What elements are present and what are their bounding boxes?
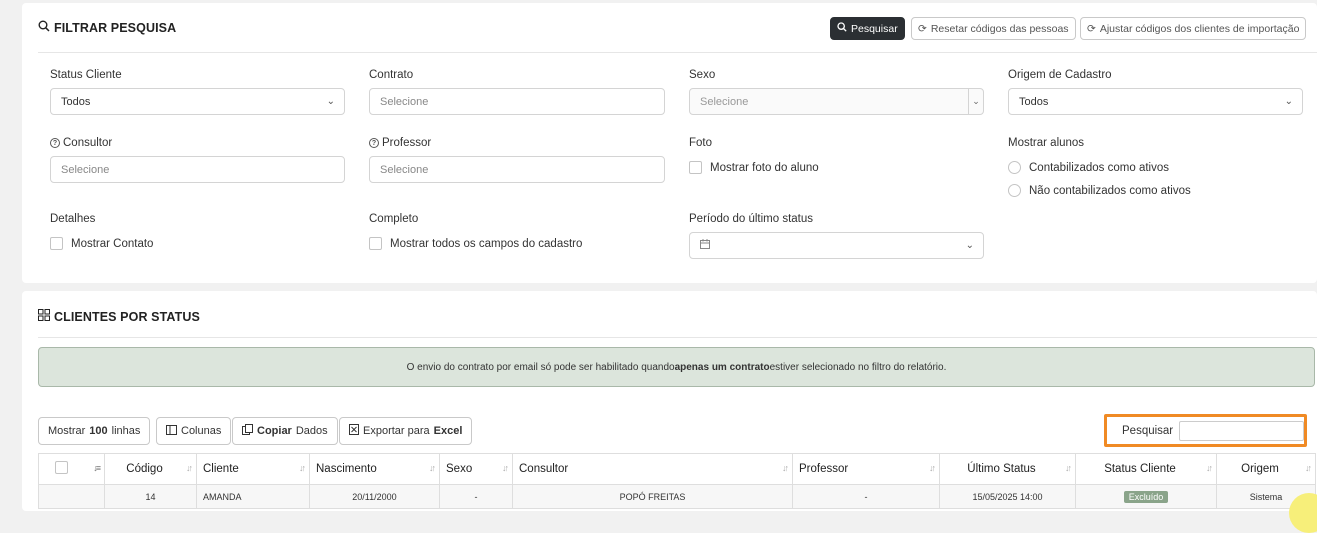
cell-ultimo-status: 15/05/2025 14:00 [939,484,1076,509]
status-badge: Excluído [1123,490,1169,503]
search-button[interactable]: Pesquisar [830,17,905,40]
contrato-label: Contrato [369,69,414,81]
divider [38,337,1317,338]
column-header-ultimo-status[interactable]: Último Status ↓↑ [939,453,1076,485]
chevron-down-icon: ⌄ [326,96,335,107]
chevron-down-icon: ⌄ [968,89,983,114]
copy-icon [242,424,253,438]
chevron-down-icon: ⌄ [1284,96,1293,107]
show-photo-checkbox[interactable] [689,161,702,174]
filter-panel: FILTRAR PESQUISA Pesquisar ⟳ Resetar cód… [22,3,1317,283]
sort-icon: ↓↑ [929,463,936,473]
cell-status-cliente: Excluído [1075,484,1217,509]
table-search-input[interactable] [1179,420,1305,441]
active-students-radio[interactable] [1008,161,1021,174]
floating-help-bubble[interactable] [1289,493,1317,533]
column-header-cliente[interactable]: Cliente ↓↑ [196,453,310,485]
sort-icon: ↓↑ [429,463,436,473]
column-header-status-cliente[interactable]: Status Cliente ↓↑ [1075,453,1217,485]
consultor-select[interactable]: Selecione [50,156,345,183]
sort-icon: ↓↑ [186,463,193,473]
search-icon [38,20,50,35]
show-contact-option[interactable]: Mostrar Contato [50,237,153,250]
column-header-nascimento[interactable]: Nascimento ↓↑ [309,453,440,485]
row-select-cell[interactable] [38,484,105,509]
mostrar-alunos-label: Mostrar alunos [1008,137,1085,149]
sort-desc-icon[interactable]: ↓≡ [93,463,101,473]
clients-title: CLIENTES POR STATUS [38,309,200,324]
column-header-origem[interactable]: Origem ↓↑ [1216,453,1316,485]
contrato-select[interactable]: Selecione [369,88,665,115]
clients-table: ↓≡ Código ↓↑ Cliente ↓↑ Nascimento ↓↑ Sexo ↓… [38,453,1316,509]
sort-icon: ↓↑ [299,463,306,473]
column-header-codigo[interactable]: Código ↓↑ [104,453,197,485]
cell-nascimento: 20/11/2000 [309,484,440,509]
column-header-consultor[interactable]: Consultor ↓↑ [512,453,793,485]
show-rows-button[interactable]: Mostrar 100 linhas [38,417,151,445]
show-contact-checkbox[interactable] [50,237,63,250]
show-all-fields-option[interactable]: Mostrar todos os campos do cadastro [369,237,582,250]
refresh-icon: ⟳ [1087,22,1096,35]
active-students-option[interactable]: Contabilizados como ativos [1008,161,1169,174]
contract-email-alert: O envio do contrato por email só pode se… [38,347,1315,387]
cell-cliente: AMANDA [196,484,310,509]
calendar-icon [700,239,710,252]
show-photo-option[interactable]: Mostrar foto do aluno [689,161,819,174]
export-excel-button[interactable]: Exportar para Excel [339,417,473,445]
sort-icon: ↓↑ [1206,463,1213,473]
adjust-codes-button[interactable]: ⟳ Ajustar códigos dos clientes de import… [1080,17,1307,40]
professor-select[interactable]: Selecione [369,156,665,183]
origem-select[interactable]: Todos ⌄ [1008,88,1303,115]
search-icon [837,22,847,35]
columns-button[interactable]: Colunas [156,417,232,445]
chevron-down-icon: ⌄ [965,240,974,251]
periodo-label: Período do último status [689,213,814,225]
sort-icon: ↓↑ [1065,463,1072,473]
status-cliente-select[interactable]: Todos ⌄ [50,88,345,115]
help-icon[interactable]: ? [50,138,60,148]
cell-sexo: - [439,484,513,509]
foto-label: Foto [689,137,713,149]
inactive-students-radio[interactable] [1008,184,1021,197]
origem-label: Origem de Cadastro [1008,69,1112,81]
sort-icon: ↓↑ [782,463,789,473]
status-cliente-label: Status Cliente [50,69,122,81]
completo-label: Completo [369,213,419,225]
cell-consultor: POPÓ FREITAS [512,484,793,509]
grid-icon [38,309,50,324]
sort-icon: ↓↑ [1305,463,1312,473]
table-search: Pesquisar [1104,414,1307,447]
show-all-fields-checkbox[interactable] [369,237,382,250]
select-all-header[interactable]: ↓≡ [38,453,105,485]
copy-data-button[interactable]: Copiar Dados [232,417,338,445]
professor-label: ? Professor [369,137,431,149]
inactive-students-option[interactable]: Não contabilizados como ativos [1008,184,1191,197]
sexo-select[interactable]: Selecione ⌄ [689,88,984,115]
divider [38,52,1317,53]
cell-professor: - [792,484,940,509]
filter-title: FILTRAR PESQUISA [38,20,176,35]
reset-codes-button[interactable]: ⟳ Resetar códigos das pessoas [911,17,1076,40]
column-header-professor[interactable]: Professor ↓↑ [792,453,940,485]
periodo-date-input[interactable]: ⌄ [689,232,984,259]
select-all-checkbox[interactable] [55,461,68,474]
consultor-label: ? Consultor [50,137,112,149]
table-row[interactable]: 14 AMANDA 20/11/2000 - POPÓ FREITAS - 15… [38,484,1316,509]
sexo-label: Sexo [689,69,716,81]
refresh-icon: ⟳ [918,22,927,35]
excel-icon [349,424,359,438]
detalhes-label: Detalhes [50,213,96,225]
table-header-row: ↓≡ Código ↓↑ Cliente ↓↑ Nascimento ↓↑ Sexo ↓… [38,453,1316,485]
help-icon[interactable]: ? [369,138,379,148]
column-header-sexo[interactable]: Sexo ↓↑ [439,453,513,485]
columns-icon [166,424,177,438]
sort-icon: ↓↑ [502,463,509,473]
clients-panel: CLIENTES POR STATUS O envio do contrato … [22,291,1317,533]
cell-codigo: 14 [104,484,197,509]
